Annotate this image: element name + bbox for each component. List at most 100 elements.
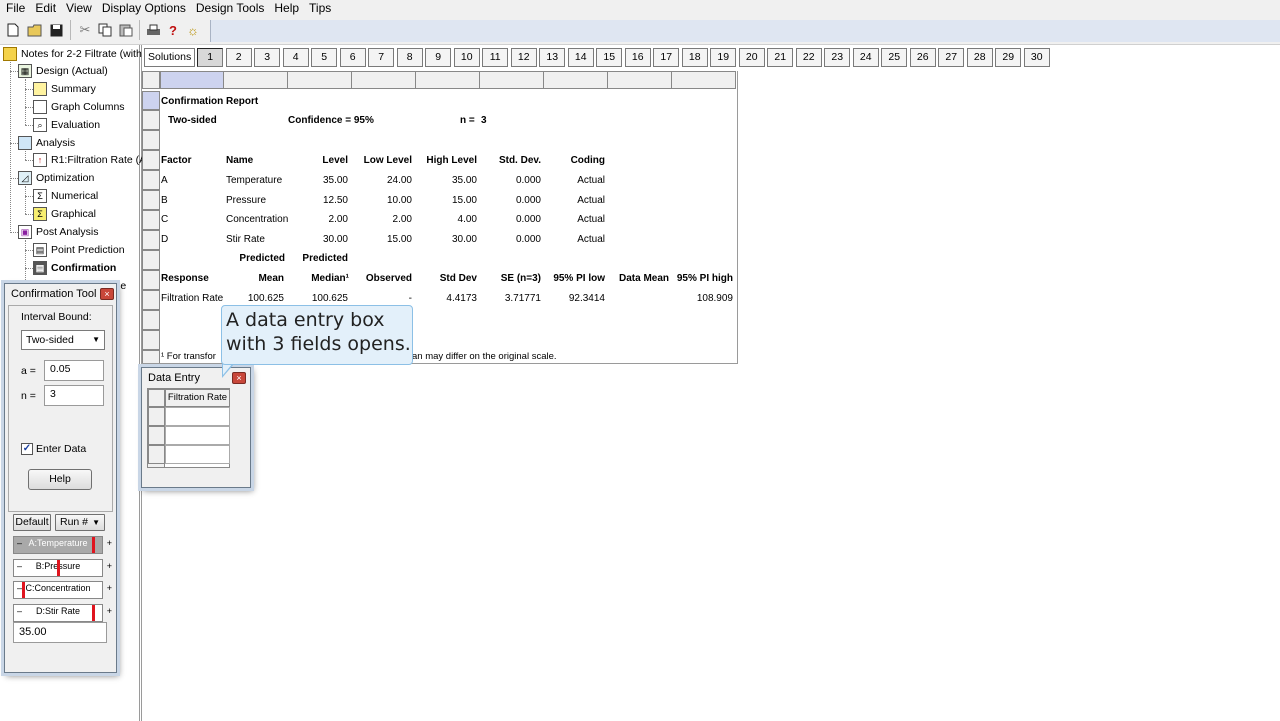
solution-tab-16[interactable]: 16 <box>624 48 651 67</box>
solution-tab-23[interactable]: 23 <box>824 48 851 67</box>
confirmation-tool-title: Confirmation Tool <box>11 288 97 300</box>
solution-tab-25[interactable]: 25 <box>881 48 908 67</box>
report-sided: Two-sided <box>168 115 217 126</box>
menu-display-options[interactable]: Display Options <box>97 0 191 17</box>
solution-tab-19[interactable]: 19 <box>710 48 737 67</box>
tree-item-r1-filtration-rate[interactable]: ↑ R1:Filtration Rate (A <box>33 152 146 168</box>
print-icon[interactable] <box>144 21 162 39</box>
menu-view[interactable]: View <box>61 0 97 17</box>
slider-handle[interactable] <box>57 559 60 576</box>
help-question-icon[interactable]: ? <box>164 21 182 39</box>
plus-icon[interactable]: + <box>107 561 112 571</box>
menu-edit[interactable]: Edit <box>30 0 61 17</box>
factor-value-display[interactable]: 35.00 <box>13 622 107 643</box>
enter-data-label: Enter Data <box>36 443 87 455</box>
solution-tab-28[interactable]: 28 <box>966 48 993 67</box>
tree-item-graph-columns[interactable]: Graph Columns <box>33 99 125 115</box>
response-header-mean: Mean <box>258 273 284 284</box>
solution-tab-11[interactable]: 11 <box>482 48 509 67</box>
plus-icon[interactable]: + <box>107 606 112 616</box>
tree-root[interactable]: Notes for 2-2 Filtrate (with <box>3 46 142 62</box>
data-entry-cell[interactable] <box>165 426 230 445</box>
tree-item-design[interactable]: ▦ Design (Actual) <box>18 63 108 79</box>
enter-data-checkbox[interactable]: ✓ <box>21 443 33 455</box>
factor-slider[interactable]: – C:Concentration + <box>13 581 112 599</box>
solution-tab-21[interactable]: 21 <box>767 48 794 67</box>
tree-item-analysis[interactable]: Analysis <box>18 135 75 151</box>
menu-help[interactable]: Help <box>269 0 304 17</box>
solution-tab-9[interactable]: 9 <box>425 48 452 67</box>
open-folder-icon[interactable] <box>26 21 44 39</box>
solution-tab-27[interactable]: 27 <box>938 48 965 67</box>
tree-item-numerical[interactable]: Σ Numerical <box>33 188 98 204</box>
tree-item-confirmation[interactable]: ▤ Confirmation <box>33 260 116 276</box>
alpha-label: a = <box>21 365 36 377</box>
plus-icon[interactable]: + <box>107 583 112 593</box>
tree-item-summary[interactable]: Summary <box>33 81 96 97</box>
tree-item-optimization[interactable]: ◿ Optimization <box>18 170 94 186</box>
copy-icon[interactable] <box>96 21 114 39</box>
cut-icon[interactable]: ✂ <box>76 21 94 39</box>
solution-tab-14[interactable]: 14 <box>567 48 594 67</box>
solution-tab-4[interactable]: 4 <box>282 48 309 67</box>
solution-tab-22[interactable]: 22 <box>795 48 822 67</box>
data-entry-cell[interactable] <box>165 445 230 464</box>
footnote-start: ¹ For transfor <box>161 351 216 362</box>
new-file-icon[interactable] <box>4 21 22 39</box>
solutions-bar: Solutions 1 2 3 4 5 6 7 8 9 10 11 12 13 14 15 16 17 18 19 2… <box>144 48 1052 68</box>
plus-icon[interactable]: + <box>107 538 112 548</box>
alpha-input[interactable]: 0.05 <box>44 360 104 381</box>
close-icon[interactable]: × <box>232 372 246 384</box>
tree-item-post-analysis[interactable]: ▣ Post Analysis <box>18 224 98 240</box>
n-input[interactable]: 3 <box>44 385 104 406</box>
solution-tab-15[interactable]: 15 <box>596 48 623 67</box>
solution-tab-30[interactable]: 30 <box>1023 48 1050 67</box>
tree-item-point-prediction[interactable]: ▤ Point Prediction <box>33 242 125 258</box>
solution-tab-18[interactable]: 18 <box>681 48 708 67</box>
run-select[interactable]: Run # ▼ <box>55 514 105 531</box>
callout-line-2: with 3 fields opens. <box>226 333 411 355</box>
menu-design-tools[interactable]: Design Tools <box>191 0 269 17</box>
factor-header-level: Level <box>322 155 348 166</box>
slider-handle[interactable] <box>92 604 95 621</box>
solution-tab-26[interactable]: 26 <box>909 48 936 67</box>
menu-tips[interactable]: Tips <box>304 0 336 17</box>
tree-item-evaluation[interactable]: ⌕ Evaluation <box>33 117 100 133</box>
solution-tab-20[interactable]: 20 <box>738 48 765 67</box>
tree-item-partial[interactable]: le <box>118 278 126 294</box>
solution-tab-29[interactable]: 29 <box>995 48 1022 67</box>
solution-tab-5[interactable]: 5 <box>311 48 338 67</box>
factor-coding-cell: Actual <box>577 234 605 246</box>
help-button[interactable]: Help <box>28 469 92 490</box>
save-icon[interactable] <box>47 21 65 39</box>
solution-tab-10[interactable]: 10 <box>453 48 480 67</box>
tree-item-graphical[interactable]: Σ Graphical <box>33 206 96 222</box>
solution-tab-6[interactable]: 6 <box>339 48 366 67</box>
solution-tab-7[interactable]: 7 <box>368 48 395 67</box>
data-entry-cell[interactable] <box>165 407 230 426</box>
factor-slider[interactable]: – D:Stir Rate + <box>13 603 112 622</box>
tip-lightbulb-icon[interactable]: ☼ <box>184 21 202 39</box>
paste-icon[interactable] <box>117 21 135 39</box>
factor-slider-label: C:Concentration <box>25 583 91 593</box>
factor-stddev-cell: 0.000 <box>515 194 541 206</box>
factor-header-name: Name <box>226 155 254 166</box>
solution-tab-1[interactable]: 1 <box>197 48 224 67</box>
factor-slider[interactable]: – A:Temperature + <box>13 536 112 554</box>
solution-tab-24[interactable]: 24 <box>852 48 879 67</box>
default-button[interactable]: Default <box>13 514 51 531</box>
solution-tab-2[interactable]: 2 <box>225 48 252 67</box>
response-header-response: Response <box>161 273 209 284</box>
interval-bound-select[interactable]: Two-sided ▼ <box>21 330 105 350</box>
factor-slider[interactable]: –B:Pressure+ <box>13 558 112 577</box>
solution-tab-3[interactable]: 3 <box>254 48 281 67</box>
close-icon[interactable]: × <box>100 288 114 300</box>
confirmation-icon: ▤ <box>33 261 47 275</box>
slider-handle[interactable] <box>92 537 95 553</box>
solution-tab-13[interactable]: 13 <box>539 48 566 67</box>
solution-tab-17[interactable]: 17 <box>653 48 680 67</box>
menu-file[interactable]: File <box>0 0 30 17</box>
solution-tab-8[interactable]: 8 <box>396 48 423 67</box>
solution-tab-12[interactable]: 12 <box>510 48 537 67</box>
slider-handle[interactable] <box>22 582 25 598</box>
